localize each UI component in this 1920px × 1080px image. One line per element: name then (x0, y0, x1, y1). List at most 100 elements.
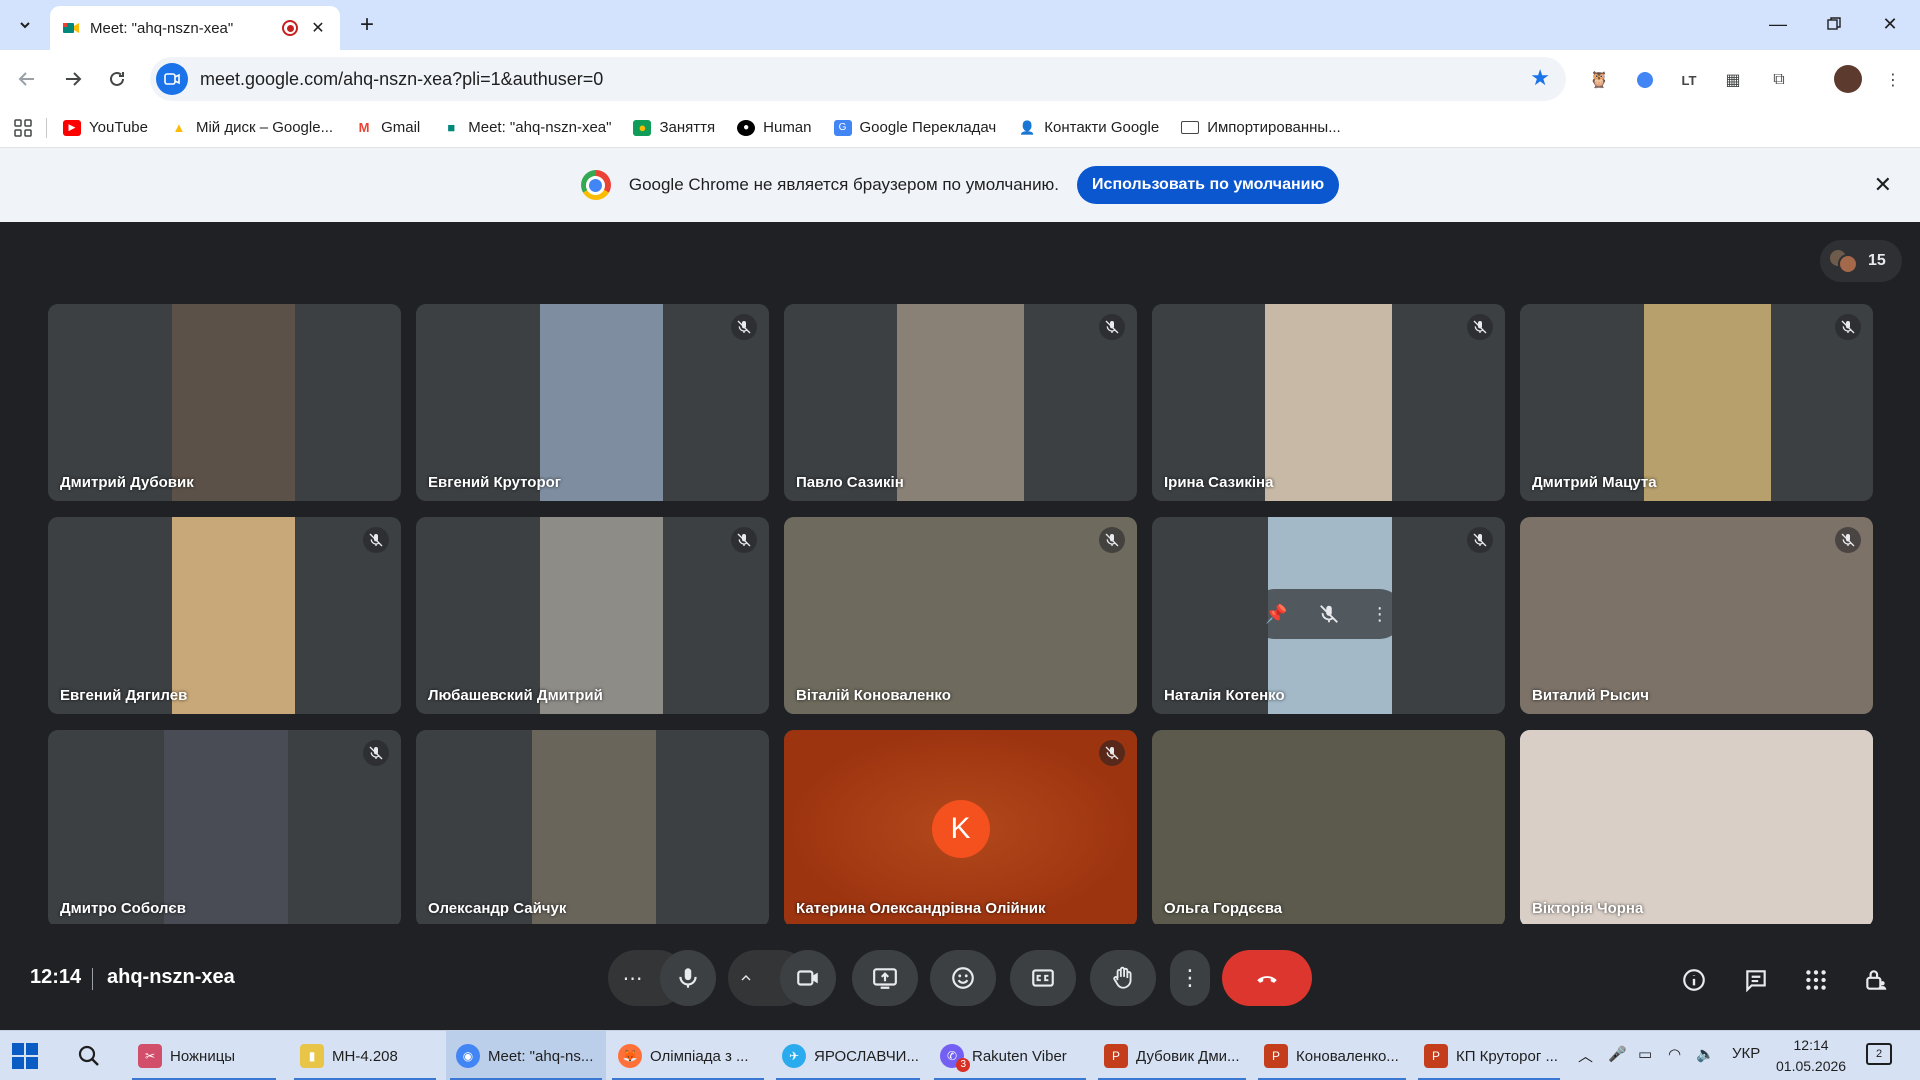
taskbar-app[interactable]: 🦊 Олімпіада з ... (608, 1031, 768, 1080)
info-icon (1683, 969, 1705, 991)
forward-button[interactable] (56, 63, 90, 95)
participant-tile[interactable]: Дмитрий Мацута (1520, 304, 1873, 501)
extension-languagetool-icon[interactable]: LT (1674, 65, 1704, 95)
apps-grid-icon[interactable] (14, 118, 32, 137)
meeting-code: ahq-nszn-xea (107, 966, 235, 988)
bookmark-classroom[interactable]: ● Заняття (633, 119, 715, 136)
bookmark-translate[interactable]: G Google Перекладач (833, 119, 996, 136)
participant-tile[interactable]: Ірина Сазикіна (1152, 304, 1505, 501)
extension-blue-dot-icon[interactable] (1630, 65, 1660, 95)
taskbar-app[interactable]: ✈ ЯРОСЛАВЧИ... (772, 1031, 924, 1080)
participant-tile[interactable]: Ольга Гордєєва (1152, 730, 1505, 927)
taskbar-app[interactable]: ✂ Ножницы (128, 1031, 280, 1080)
taskbar-date: 01.05.2026 (1776, 1058, 1847, 1074)
bookmark-meet[interactable]: ■ Meet: "ahq-nszn-xea" (442, 119, 611, 136)
pin-icon[interactable]: 📌 (1265, 604, 1287, 625)
start-button[interactable] (12, 1043, 38, 1069)
participant-tile[interactable]: K Катерина Олександрівна Олійник (784, 730, 1137, 927)
extension-owl-icon[interactable]: 🦉 (1584, 65, 1614, 95)
address-bar[interactable]: meet.google.com/ahq-nszn-xea?pli=1&authu… (150, 57, 1566, 101)
taskbar-app[interactable]: ✆ 3 Rakuten Viber (930, 1031, 1090, 1080)
bookmark-label: YouTube (89, 119, 148, 136)
reactions-button[interactable] (930, 950, 996, 1006)
mute-participant-icon[interactable] (1318, 603, 1340, 625)
bookmark-drive[interactable]: ▲ Мій диск – Google... (170, 119, 334, 136)
tray-chevron-up-icon[interactable]: ︿ (1578, 1045, 1593, 1066)
notifications-button[interactable]: 2 (1866, 1043, 1892, 1065)
taskbar-search-button[interactable] (74, 1041, 104, 1071)
bookmark-youtube[interactable]: ▶ YouTube (63, 119, 148, 136)
taskbar-app[interactable]: P Дубовик Дми... (1094, 1031, 1250, 1080)
participant-tile[interactable]: Любашевский Дмитрий (416, 517, 769, 714)
app-icon: ▮ (300, 1044, 324, 1068)
participant-video (171, 304, 296, 501)
bookmark-star-icon[interactable]: ★ (1530, 65, 1550, 91)
mic-off-icon (737, 533, 751, 547)
bookmark-gmail[interactable]: M Gmail (355, 119, 421, 136)
back-button[interactable] (10, 63, 44, 95)
participant-tile[interactable]: Вікторія Чорна (1520, 730, 1873, 927)
participant-tile[interactable]: Олександр Сайчук (416, 730, 769, 927)
tray-language[interactable]: УКР (1732, 1045, 1760, 1062)
more-vertical-icon[interactable]: ⋮ (1371, 604, 1389, 625)
video-camera-icon (797, 970, 818, 986)
human-icon: ● (737, 119, 756, 136)
tile-hover-controls: 📌 ⋮ (1250, 589, 1404, 639)
profile-avatar[interactable] (1834, 65, 1862, 93)
infobar-close-icon[interactable]: ✕ (1874, 172, 1892, 198)
set-default-button[interactable]: Использовать по умолчанию (1077, 166, 1340, 204)
muted-indicator (1099, 740, 1125, 766)
participant-tile[interactable]: 📌 ⋮ Наталія Котенко (1152, 517, 1505, 714)
extensions-puzzle-icon[interactable]: ⧉ (1764, 65, 1794, 95)
participant-tile[interactable]: Дмитро Соболєв (48, 730, 401, 927)
leave-call-button[interactable] (1222, 950, 1312, 1006)
activities-button[interactable] (1800, 964, 1832, 996)
browser-menu-icon[interactable]: ⋮ (1878, 65, 1908, 95)
muted-indicator (363, 527, 389, 553)
browser-tab-meet[interactable]: Meet: "ahq-nszn-xea" ✕ (50, 6, 340, 50)
captions-button[interactable] (1010, 950, 1076, 1006)
bookmark-imported-folder[interactable]: Импортированны... (1181, 119, 1341, 136)
chat-button[interactable] (1740, 964, 1772, 996)
tray-wifi-icon[interactable]: ◠ (1668, 1045, 1681, 1063)
video-options-button[interactable] (728, 950, 764, 1006)
minimize-button[interactable]: — (1756, 8, 1800, 40)
site-info-icon[interactable] (156, 63, 188, 95)
participant-tile[interactable]: Виталий Рысич (1520, 517, 1873, 714)
taskbar-app[interactable]: P КП Круторог ... (1414, 1031, 1564, 1080)
mic-off-icon (737, 320, 751, 334)
tray-battery-icon[interactable]: ▭ (1638, 1045, 1652, 1063)
raise-hand-button[interactable] (1090, 950, 1156, 1006)
meeting-details-button[interactable] (1678, 964, 1710, 996)
reload-button[interactable] (100, 63, 134, 95)
app-icon: ✂ (138, 1044, 162, 1068)
participants-count-badge[interactable]: 15 (1820, 240, 1902, 282)
camera-button[interactable] (780, 950, 836, 1006)
url-text: meet.google.com/ahq-nszn-xea?pli=1&authu… (200, 68, 604, 89)
mic-off-icon (1105, 746, 1119, 760)
participant-tile[interactable]: Павло Сазикін (784, 304, 1137, 501)
tray-microphone-icon[interactable]: 🎤 (1608, 1045, 1627, 1063)
taskbar-clock[interactable]: 12:14 01.05.2026 (1776, 1035, 1846, 1077)
more-options-button[interactable]: ⋮ (1170, 950, 1210, 1006)
participant-tile[interactable]: Евгений Дягилев (48, 517, 401, 714)
audio-options-button[interactable]: ⋯ (608, 950, 658, 1006)
taskbar-app[interactable]: ◉ Meet: "ahq-ns... (446, 1031, 606, 1080)
tab-close-icon[interactable]: ✕ (308, 18, 328, 38)
participant-tile[interactable]: Віталій Коноваленко (784, 517, 1137, 714)
present-screen-button[interactable] (852, 950, 918, 1006)
bookmark-human[interactable]: ● Human (737, 119, 812, 136)
bookmark-contacts[interactable]: 👤 Контакти Google (1018, 119, 1159, 136)
participant-tile[interactable]: Дмитрий Дубовик (48, 304, 401, 501)
extension-qr-icon[interactable]: ▦ (1718, 65, 1748, 95)
close-window-button[interactable]: ✕ (1868, 8, 1912, 40)
tab-search-button[interactable] (8, 10, 42, 40)
restore-button[interactable] (1812, 8, 1856, 40)
new-tab-button[interactable]: + (352, 10, 382, 40)
host-controls-button[interactable] (1860, 964, 1892, 996)
tray-volume-icon[interactable]: 🔈 (1696, 1045, 1715, 1063)
taskbar-app[interactable]: P Коноваленко... (1254, 1031, 1410, 1080)
participant-tile[interactable]: Евгений Круторог (416, 304, 769, 501)
microphone-button[interactable] (660, 950, 716, 1006)
taskbar-app[interactable]: ▮ МН-4.208 (290, 1031, 440, 1080)
